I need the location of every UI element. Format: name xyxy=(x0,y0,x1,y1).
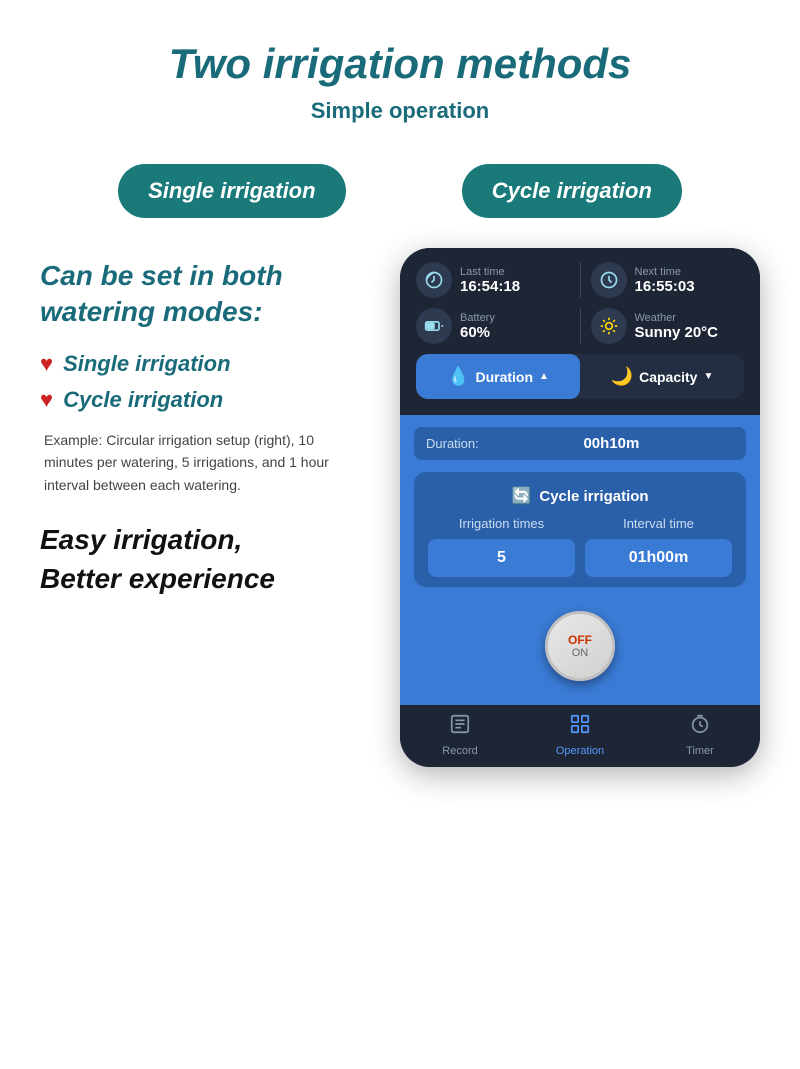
next-time-icon xyxy=(591,262,627,298)
tab-duration-label: Duration xyxy=(475,369,533,385)
toggle-on-label: ON xyxy=(572,647,589,659)
next-time-info: Next time 16:55:03 xyxy=(635,266,695,295)
tab-duration[interactable]: 💧 Duration ▲ xyxy=(416,354,580,399)
tab-capacity[interactable]: 🌙 Capacity ▼ xyxy=(580,354,744,399)
bullet-cycle-text: Cycle irrigation xyxy=(63,387,223,413)
battery-icon xyxy=(416,308,452,344)
easy-text: Easy irrigation, Better experience xyxy=(40,520,360,598)
battery-info: Battery 60% xyxy=(460,312,495,341)
next-time-block: Next time 16:55:03 xyxy=(591,262,745,298)
single-irrigation-badge: Single irrigation xyxy=(118,164,345,218)
main-content: Can be set in both watering modes: ♥ Sin… xyxy=(0,238,800,787)
cycle-headers: Irrigation times Interval time xyxy=(428,516,732,531)
battery-label: Battery xyxy=(460,312,495,324)
weather-info: Weather Sunny 20°C xyxy=(635,312,719,341)
last-time-block: Last time 16:54:18 xyxy=(416,262,570,298)
bullet-single: ♥ Single irrigation xyxy=(40,351,360,377)
phone-info-row1: Last time 16:54:18 xyxy=(416,262,744,298)
toggle-off-label: OFF xyxy=(568,633,592,647)
heart-icon-1: ♥ xyxy=(40,351,53,377)
cycle-values: 5 01h00m xyxy=(428,539,732,577)
cycle-title-row: 🔄 Cycle irrigation xyxy=(428,486,732,506)
timer-icon xyxy=(689,713,711,741)
tab-capacity-arrow: ▼ xyxy=(703,371,713,382)
tab-duration-arrow: ▲ xyxy=(539,371,549,382)
weather-label: Weather xyxy=(635,312,719,324)
bullet-single-text: Single irrigation xyxy=(63,351,230,377)
water-drop-icon: 💧 xyxy=(447,366,469,387)
interval-time-value[interactable]: 01h00m xyxy=(585,539,732,577)
divider-2 xyxy=(580,308,581,344)
heart-icon-2: ♥ xyxy=(40,387,53,413)
cycle-box: 🔄 Cycle irrigation Irrigation times Inte… xyxy=(414,472,746,587)
phone-top: Last time 16:54:18 xyxy=(400,248,760,415)
can-be-set-text: Can be set in both watering modes: xyxy=(40,258,360,331)
phone-tab-row: 💧 Duration ▲ 🌙 Capacity ▼ xyxy=(416,354,744,399)
sub-title: Simple operation xyxy=(20,98,780,124)
phone-bottom-nav: Record Operation xyxy=(400,705,760,767)
nav-timer-label: Timer xyxy=(686,745,714,757)
irrigation-times-header: Irrigation times xyxy=(428,516,575,531)
next-time-value: 16:55:03 xyxy=(635,278,695,295)
nav-operation[interactable]: Operation xyxy=(545,713,615,757)
phone-content: Duration: 00h10m 🔄 Cycle irrigation Irri… xyxy=(400,415,760,705)
phone-mockup: Last time 16:54:18 xyxy=(400,248,760,767)
nav-record[interactable]: Record xyxy=(425,713,495,757)
divider-1 xyxy=(580,262,581,298)
interval-time-header: Interval time xyxy=(585,516,732,531)
battery-block: Battery 60% xyxy=(416,308,570,344)
nav-operation-label: Operation xyxy=(556,745,604,757)
duration-row: Duration: 00h10m xyxy=(414,427,746,460)
nav-timer[interactable]: Timer xyxy=(665,713,735,757)
last-time-label: Last time xyxy=(460,266,520,278)
last-time-value: 16:54:18 xyxy=(460,278,520,295)
duration-label: Duration: xyxy=(426,436,479,451)
record-icon xyxy=(449,713,471,741)
nav-record-label: Record xyxy=(442,745,477,757)
tab-capacity-label: Capacity xyxy=(639,369,697,385)
cycle-irrigation-badge: Cycle irrigation xyxy=(462,164,682,218)
cycle-refresh-icon: 🔄 xyxy=(511,486,531,506)
weather-block: Weather Sunny 20°C xyxy=(591,308,745,344)
operation-icon xyxy=(569,713,591,741)
last-time-icon xyxy=(416,262,452,298)
example-text: Example: Circular irrigation setup (righ… xyxy=(40,429,360,496)
capacity-icon: 🌙 xyxy=(611,366,633,387)
main-title: Two irrigation methods xyxy=(20,40,780,88)
toggle-area: OFF ON xyxy=(414,603,746,691)
phone-info-row2: Battery 60% xyxy=(416,308,744,344)
last-time-info: Last time 16:54:18 xyxy=(460,266,520,295)
right-panel: Last time 16:54:18 xyxy=(390,248,770,767)
badges-row: Single irrigation Cycle irrigation xyxy=(0,144,800,238)
left-panel: Can be set in both watering modes: ♥ Sin… xyxy=(30,248,370,767)
header-section: Two irrigation methods Simple operation xyxy=(0,0,800,144)
next-time-label: Next time xyxy=(635,266,695,278)
weather-value: Sunny 20°C xyxy=(635,324,719,341)
battery-value: 60% xyxy=(460,324,495,341)
duration-value: 00h10m xyxy=(489,435,734,452)
weather-icon xyxy=(591,308,627,344)
cycle-title: Cycle irrigation xyxy=(539,488,648,505)
irrigation-times-value[interactable]: 5 xyxy=(428,539,575,577)
power-toggle-button[interactable]: OFF ON xyxy=(545,611,615,681)
bullet-cycle: ♥ Cycle irrigation xyxy=(40,387,360,413)
